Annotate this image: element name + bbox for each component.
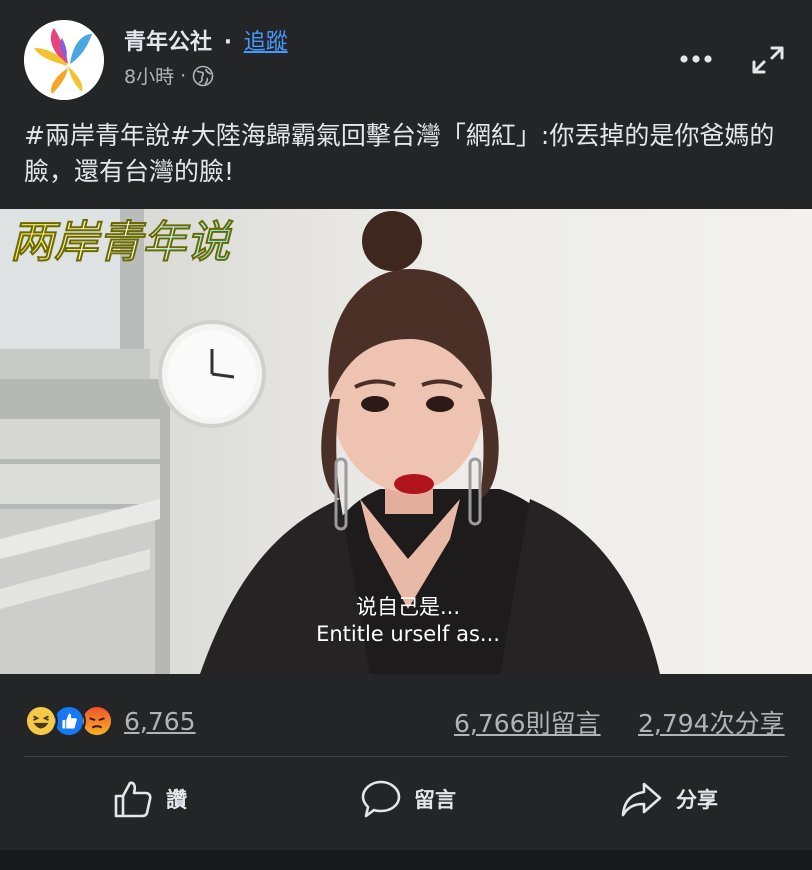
like-button[interactable]: 讚 xyxy=(112,778,187,820)
page-logo-icon xyxy=(24,20,104,100)
video-frame: 两岸青年说 说自己是... Entitle urself as... xyxy=(0,209,812,674)
subtitle-en: Entitle urself as... xyxy=(316,622,500,646)
comment-count[interactable]: 6,766則留言 xyxy=(454,704,601,740)
action-bar: 讚 留言 分享 xyxy=(0,760,812,842)
share-label: 分享 xyxy=(676,788,718,812)
expand-button[interactable] xyxy=(748,42,788,78)
globe-icon xyxy=(192,65,214,86)
engagement-stats: 6,765 6,766則留言 2,794次分享 xyxy=(0,690,812,750)
page-avatar[interactable] xyxy=(24,20,104,100)
divider xyxy=(24,756,788,757)
like-label: 讚 xyxy=(166,788,187,812)
page-name-row: 青年公社 · 追蹤 xyxy=(124,24,288,56)
page-name[interactable]: 青年公社 xyxy=(124,30,212,55)
video-player[interactable]: 两岸青年说 说自己是... Entitle urself as... xyxy=(0,209,812,674)
ellipsis-icon xyxy=(680,55,712,63)
share-count[interactable]: 2,794次分享 xyxy=(638,704,785,740)
post-meta: 8小時 · xyxy=(124,62,214,89)
comment-icon xyxy=(361,780,401,818)
thumbs-up-icon xyxy=(114,781,152,818)
expand-icon xyxy=(752,46,784,74)
haha-icon xyxy=(24,704,58,738)
bottom-separator xyxy=(0,850,812,870)
share-icon xyxy=(621,782,662,817)
more-options-button[interactable] xyxy=(676,44,716,74)
time-separator: · xyxy=(180,64,187,87)
name-separator: · xyxy=(223,30,233,55)
post-header: 青年公社 · 追蹤 8小時 · xyxy=(0,0,812,100)
comment-label: 留言 xyxy=(414,788,456,812)
show-logo-text: 两岸青年说 xyxy=(10,217,234,268)
post-time[interactable]: 8小時 xyxy=(124,62,174,89)
subtitle-zh: 说自己是... xyxy=(356,595,460,619)
reaction-count[interactable]: 6,765 xyxy=(124,707,196,736)
reactions-summary[interactable]: 6,765 xyxy=(24,704,196,738)
follow-link[interactable]: 追蹤 xyxy=(244,30,288,55)
comment-button[interactable]: 留言 xyxy=(360,778,456,820)
post-text: #兩岸青年說#大陸海歸霸氣回擊台灣「網紅」:你丟掉的是你爸媽的臉，還有台灣的臉! xyxy=(24,121,775,186)
share-button[interactable]: 分享 xyxy=(620,778,718,820)
